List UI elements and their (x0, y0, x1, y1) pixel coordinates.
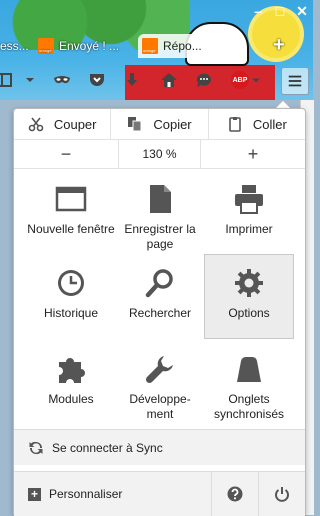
window-controls: – □ ✕ (247, 0, 313, 22)
cut-label: Couper (53, 116, 97, 132)
history-button[interactable]: Historique (26, 259, 116, 337)
tab-1[interactable]: Envoyé ! ... (38, 34, 128, 58)
edit-controls: Couper Copier Coller (14, 109, 305, 140)
zoom-controls: − 130 % + (14, 140, 305, 169)
new-window-label: Nouvelle fenêtre (27, 222, 115, 236)
home-icon[interactable] (157, 68, 181, 92)
pocket-icon[interactable] (85, 68, 109, 92)
minimize-button[interactable]: – (247, 0, 269, 22)
history-icon (58, 270, 84, 296)
wrench-icon (145, 356, 173, 384)
help-button[interactable] (211, 472, 258, 516)
hamburger-menu-panel: Couper Copier Coller − 130 % + Nouvelle … (13, 108, 306, 516)
tab-title: Répo... (163, 39, 202, 53)
synced-tabs-button[interactable]: Onglets synchronisés (204, 345, 294, 423)
print-icon (235, 185, 263, 214)
tab-0[interactable]: ess... (0, 34, 30, 58)
zoom-out-button[interactable]: − (14, 140, 118, 168)
save-page-button[interactable]: Enregistrer la page (115, 175, 205, 253)
new-window-icon (55, 186, 87, 212)
power-icon (275, 487, 289, 502)
copy-button[interactable]: Copier (110, 109, 207, 139)
search-icon (145, 269, 173, 298)
chat-bubble-icon[interactable] (192, 68, 216, 92)
copy-label: Copier (153, 116, 192, 132)
adblock-icon: ABP (231, 71, 249, 89)
menu-items-grid: Nouvelle fenêtre Enregistrer la page Imp… (18, 175, 299, 425)
tab-2-active[interactable]: Répo... (138, 34, 220, 58)
maximize-button[interactable]: □ (269, 0, 291, 22)
private-mask-icon[interactable] (50, 68, 74, 92)
find-button[interactable]: Rechercher (115, 259, 205, 337)
panel-footer: + Personnaliser (14, 471, 305, 516)
customize-label: Personnaliser (49, 487, 123, 501)
copy-icon (128, 117, 142, 132)
addons-button[interactable]: Modules (26, 345, 116, 423)
navigation-toolbar: ABP (0, 64, 313, 96)
help-icon (227, 486, 243, 502)
print-label: Imprimer (225, 222, 273, 236)
new-window-button[interactable]: Nouvelle fenêtre (26, 175, 116, 253)
scissors-icon (28, 117, 44, 132)
developer-button[interactable]: Développe-ment (115, 345, 205, 423)
sidebar-icon[interactable] (0, 68, 16, 92)
save-page-label: Enregistrer la page (124, 222, 196, 251)
history-label: Historique (43, 306, 99, 320)
clipboard-icon (229, 117, 241, 132)
find-label: Rechercher (128, 306, 192, 320)
paste-label: Coller (252, 116, 287, 132)
synced-tabs-icon (237, 357, 261, 382)
developer-label: Développe-ment (129, 392, 191, 421)
options-label: Options (228, 306, 270, 320)
synced-tabs-label: Onglets synchronisés (213, 392, 285, 421)
download-icon[interactable] (120, 68, 144, 92)
hamburger-icon (288, 75, 302, 87)
zoom-reset-button[interactable]: 130 % (117, 140, 202, 168)
chevron-down-icon[interactable] (249, 68, 263, 92)
puzzle-icon (59, 358, 85, 383)
sync-icon (29, 441, 43, 454)
print-button[interactable]: Imprimer (204, 175, 294, 253)
paste-button[interactable]: Coller (207, 109, 305, 139)
cut-button[interactable]: Couper (14, 109, 110, 139)
sync-signin-button[interactable]: Se connecter à Sync (14, 429, 305, 465)
hamburger-menu-button[interactable] (281, 67, 309, 95)
sync-label: Se connecter à Sync (52, 440, 163, 455)
gear-icon (235, 269, 263, 297)
plus-icon: + (28, 487, 41, 501)
customize-button[interactable]: + Personnaliser (14, 472, 211, 516)
tab-title: Envoyé ! ... (59, 39, 120, 53)
tab-title: ess... (0, 39, 29, 53)
zoom-in-button[interactable]: + (201, 140, 305, 168)
quit-button[interactable] (258, 472, 305, 516)
chevron-down-icon[interactable] (18, 68, 42, 92)
orange-favicon-icon (142, 38, 158, 54)
addons-label: Modules (48, 392, 94, 406)
browser-chrome: – □ ✕ ess... Envoyé ! ... Répo... + (0, 0, 313, 100)
close-window-button[interactable]: ✕ (291, 0, 313, 22)
options-button[interactable]: Options (204, 254, 294, 339)
save-page-icon (150, 185, 171, 213)
orange-favicon-icon (38, 38, 54, 54)
new-tab-button[interactable]: + (273, 34, 285, 57)
